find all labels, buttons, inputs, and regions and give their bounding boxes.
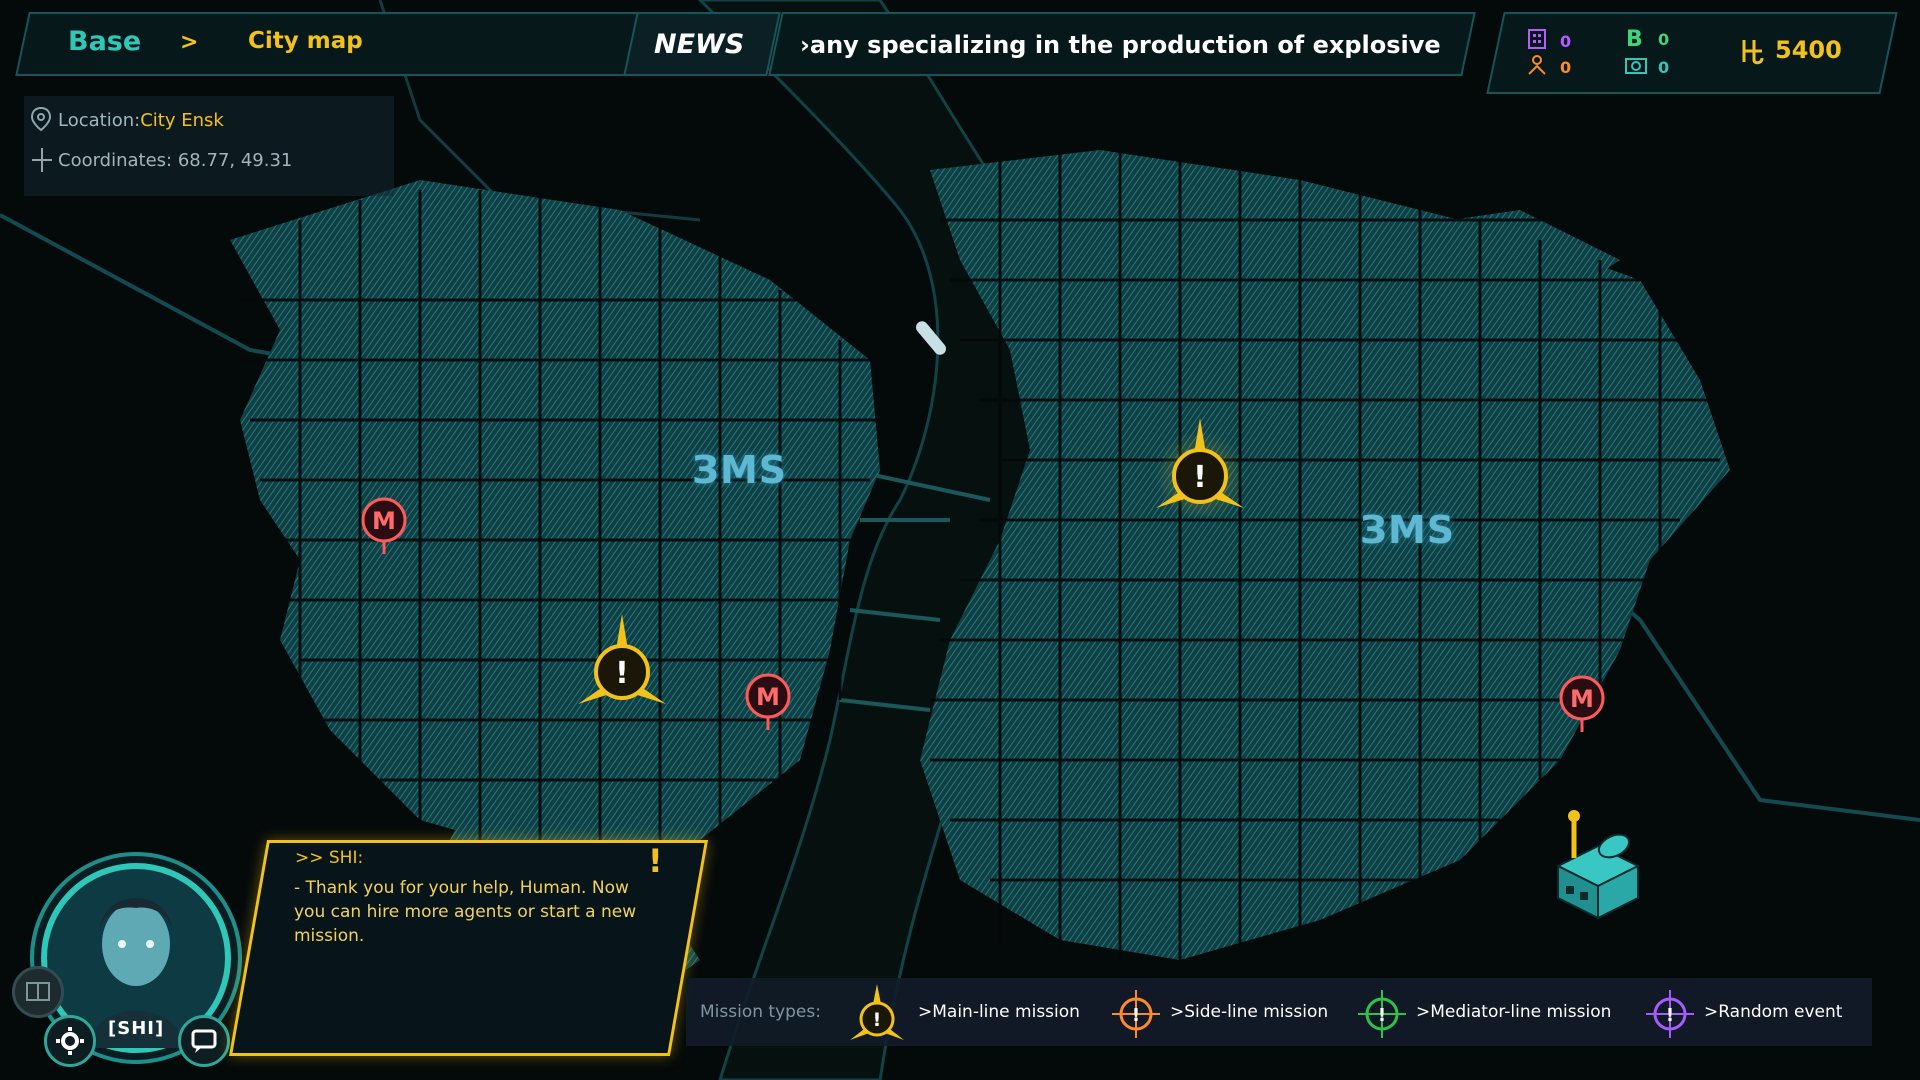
- legend-main-line: >Main-line mission: [918, 1002, 1080, 1022]
- news-label[interactable]: NEWS: [654, 29, 744, 60]
- landmark-label-west[interactable]: ЗМS: [692, 448, 787, 492]
- legend-random-event: >Random event: [1704, 1002, 1843, 1022]
- coordinates-row: Coordinates: 68.77, 49.31: [58, 150, 292, 171]
- camera-count: 0: [1658, 58, 1670, 77]
- metro-letter: M: [1570, 685, 1594, 713]
- mediator-mission-icon: !: [1358, 990, 1406, 1038]
- metro-letter: M: [372, 507, 396, 535]
- side-mission-icon: !: [1112, 990, 1160, 1038]
- base-building-icon[interactable]: [1548, 806, 1648, 922]
- avatar-name: [SHI]: [108, 1018, 165, 1039]
- location-row: Location:City Ensk: [58, 110, 224, 131]
- settings-button[interactable]: [44, 1015, 96, 1067]
- location-pin-icon: [30, 106, 52, 132]
- legend-exclamation: !: [1666, 1005, 1674, 1026]
- metro-marker[interactable]: M: [358, 496, 410, 556]
- crosshair-icon: [32, 148, 52, 172]
- location-value: City Ensk: [140, 110, 224, 131]
- legend-side-line: >Side-line mission: [1170, 1002, 1329, 1022]
- agents-count: 0: [1560, 58, 1572, 77]
- currency-icon: [1742, 40, 1764, 65]
- location-label: Location:: [58, 110, 141, 131]
- bitcoin-icon: B: [1626, 27, 1643, 50]
- coordinates-value: 68.77, 49.31: [177, 150, 293, 171]
- breadcrumb-separator: >: [180, 30, 199, 55]
- news-ticker[interactable]: ›any specializing in the production of e…: [800, 31, 1440, 59]
- legend-title: Mission types:: [700, 1002, 821, 1022]
- mission-exclamation: !: [615, 656, 629, 691]
- breadcrumb-base-link[interactable]: Base: [68, 26, 141, 57]
- svg-text:B: B: [1626, 27, 1643, 50]
- main-mission-marker[interactable]: !: [1150, 416, 1250, 516]
- bitcoin-count: 0: [1658, 30, 1670, 49]
- metro-marker[interactable]: M: [1556, 674, 1608, 734]
- agents-icon: [1528, 55, 1546, 75]
- breadcrumb-current: City map: [248, 28, 363, 54]
- dialog-box: [228, 840, 709, 1056]
- legend-exclamation: !: [1132, 1005, 1140, 1026]
- legend-exclamation: !: [1378, 1005, 1386, 1026]
- metro-letter: M: [756, 683, 780, 711]
- legend-mediator-line: >Mediator-line mission: [1416, 1002, 1612, 1022]
- building-count: 0: [1560, 32, 1572, 51]
- camera-icon: [1625, 58, 1647, 74]
- gear-icon: [56, 1027, 84, 1055]
- book-icon: [26, 982, 50, 1001]
- codex-button[interactable]: [12, 966, 64, 1018]
- building-icon: [1528, 29, 1546, 49]
- chat-button[interactable]: [178, 1015, 230, 1067]
- money-value: 5400: [1775, 36, 1842, 64]
- dialog-speaker: >> SHI:: [295, 848, 364, 868]
- dialog-alert-icon: !: [648, 842, 663, 880]
- dialog-text: - Thank you for your help, Human. Now yo…: [294, 878, 637, 946]
- random-event-icon: !: [1646, 990, 1694, 1038]
- coordinates-label: Coordinates:: [58, 150, 173, 171]
- main-mission-icon: !: [850, 984, 904, 1040]
- main-mission-marker[interactable]: !: [572, 612, 672, 712]
- chat-icon: [191, 1029, 217, 1053]
- mission-exclamation: !: [1193, 460, 1207, 495]
- legend-exclamation: !: [873, 1009, 882, 1031]
- metro-marker[interactable]: M: [742, 672, 794, 732]
- landmark-label-east[interactable]: ЗМS: [1360, 508, 1455, 552]
